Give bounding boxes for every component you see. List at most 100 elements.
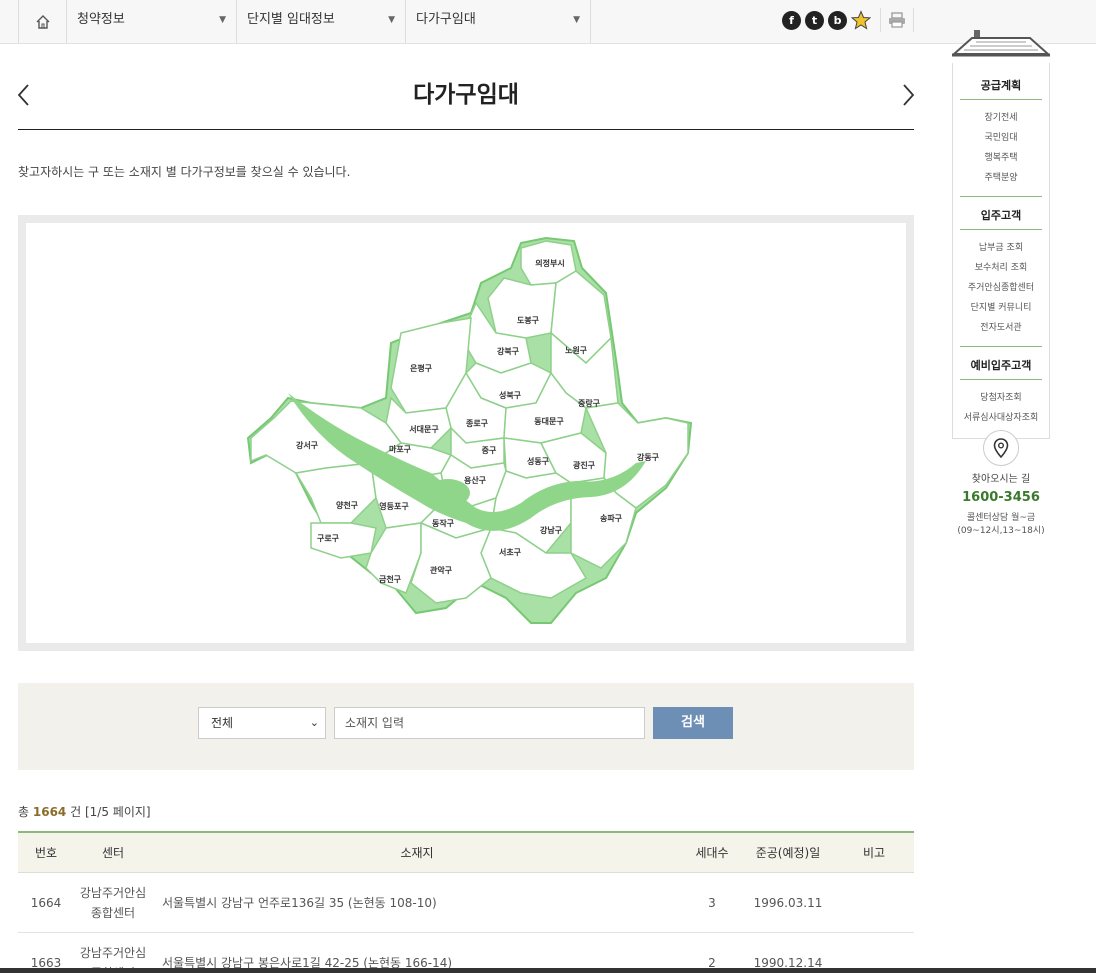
label-dongdaemun: 동대문구 <box>534 416 564 426</box>
sidebar-list-residents: 납부금 조회 보수처리 조회 주거안심종합센터 단지별 커뮤니티 전자도서관 <box>960 230 1042 347</box>
location-label[interactable]: 찾아오시는 길 <box>952 470 1050 485</box>
nav-menu-3[interactable]: 다가구임대 ▼ <box>406 0 591 43</box>
address-search-placeholder: 소재지 입력 <box>345 716 405 730</box>
col-header-note: 비고 <box>862 846 886 860</box>
sidebar-section-prospective[interactable]: 예비입주고객 <box>960 347 1042 380</box>
label-gangdong: 강동구 <box>637 452 660 462</box>
top-navigation: 청약정보 ▼ 단지별 임대정보 ▼ 다가구임대 ▼ f t b <box>0 0 1096 44</box>
district-select-value: 전체 <box>211 716 234 730</box>
label-uijeongbu: 의정부시 <box>535 258 564 268</box>
address-search-input[interactable]: 소재지 입력 <box>334 707 645 739</box>
roof-icon <box>951 30 1051 57</box>
home-icon <box>36 14 49 29</box>
sidebar-section-supply[interactable]: 공급계획 <box>960 67 1042 100</box>
chevron-down-icon: ⌄ <box>309 716 319 729</box>
col-header-center: 센터 <box>101 845 125 860</box>
label-jongno: 종로구 <box>466 419 489 428</box>
result-count-suffix: 건 [1/5 페이지] <box>70 805 151 819</box>
sidebar-list-prospective: 당첨자조회 서류심사대상자조회 <box>960 380 1042 432</box>
sidebar-item[interactable]: 단지별 커뮤니티 <box>960 298 1042 318</box>
table-header: 번호 센터 소재지 세대수 준공(예정)일 비고 <box>18 833 914 873</box>
caret-down-icon: ▼ <box>219 15 226 25</box>
blog-icon[interactable]: b <box>828 10 847 30</box>
row-center-line1: 강남주거안심 <box>79 945 147 960</box>
label-gangseo: 강서구 <box>296 440 319 450</box>
label-gwangjin: 광진구 <box>573 460 596 470</box>
favorite-star-icon[interactable] <box>851 10 871 30</box>
label-yeongdeungpo: 영등포구 <box>379 501 409 511</box>
label-geumcheon: 금천구 <box>379 574 402 584</box>
table-row[interactable]: 1664 강남주거안심 종합센터 서울특별시 강남구 언주로136길 35 (논… <box>18 873 914 933</box>
page-title-row: 다가구임대 <box>16 66 916 130</box>
nav-menu-1[interactable]: 청약정보 ▼ <box>67 0 237 43</box>
print-button[interactable] <box>880 8 914 32</box>
callcenter-phone: 1600-3456 <box>962 490 1040 505</box>
label-gangbuk: 강북구 <box>497 346 520 356</box>
label-yongsan: 용산구 <box>464 475 487 485</box>
label-nowon: 노원구 <box>565 345 588 355</box>
label-gangnam: 강남구 <box>540 525 563 535</box>
prev-arrow-icon[interactable] <box>16 80 36 110</box>
caret-down-icon: ▼ <box>388 15 395 25</box>
label-eunpyeong: 은평구 <box>410 363 433 373</box>
callcenter-hours: 콜센터상담 월~금 <box>966 513 1036 523</box>
sidebar-item[interactable]: 전자도서관 <box>960 318 1042 338</box>
district-dobong[interactable] <box>487 277 557 339</box>
sidebar-item[interactable]: 행복주택 <box>960 148 1042 168</box>
location-button[interactable] <box>983 430 1019 466</box>
label-yangcheon: 양천구 <box>336 500 359 510</box>
seoul-map-container: 의정부시 도봉구 노원구 강북구 은평구 성북구 중랑구 종로구 동대문구 서대… <box>18 215 914 651</box>
sns-share: f t b <box>782 10 871 30</box>
facebook-icon[interactable]: f <box>782 10 801 30</box>
row-center-line2: 종합센터 <box>90 905 136 920</box>
home-button[interactable] <box>18 0 67 43</box>
sidebar-item[interactable]: 납부금 조회 <box>960 238 1042 258</box>
sidebar-item[interactable]: 서류심사대상자조회 <box>960 408 1042 428</box>
label-jung: 중구 <box>482 446 497 455</box>
row-center: 강남주거안심 종합센터 <box>74 883 152 923</box>
nav-menu-2-label: 단지별 임대정보 <box>247 12 335 27</box>
row-center-line1: 강남주거안심 <box>79 885 147 900</box>
col-header-date: 준공(예정)일 <box>755 846 821 860</box>
sidebar-list-supply: 장기전세 국민임대 행복주택 주택분양 <box>960 100 1042 197</box>
seoul-district-map: 의정부시 도봉구 노원구 강북구 은평구 성북구 중랑구 종로구 동대문구 서대… <box>246 236 693 624</box>
result-count: 총 1664 건 [1/5 페이지] <box>18 803 151 820</box>
print-icon <box>889 12 905 28</box>
sidebar-item[interactable]: 국민임대 <box>960 128 1042 148</box>
search-panel: 전체 ⌄ 소재지 입력 검색 <box>18 683 914 770</box>
result-total: 1664 <box>32 805 67 819</box>
label-dongjak: 동작구 <box>432 518 455 528</box>
label-seongdong: 성동구 <box>527 456 550 466</box>
table-row[interactable]: 1663 강남주거안심 종합센터 서울특별시 강남구 봉은사로1길 42-25 … <box>18 933 914 973</box>
next-arrow-icon[interactable] <box>896 80 916 110</box>
row-no: 1664 <box>30 895 62 910</box>
col-header-no: 번호 <box>34 846 58 860</box>
callcenter-hours-time: (09~12시,13~18시) <box>957 526 1045 536</box>
district-select[interactable]: 전체 ⌄ <box>198 707 326 739</box>
nav-menu-1-label: 청약정보 <box>77 12 125 27</box>
row-date: 1996.03.11 <box>753 895 823 910</box>
nav-menu-2[interactable]: 단지별 임대정보 ▼ <box>237 0 406 43</box>
housing-table: 번호 센터 소재지 세대수 준공(예정)일 비고 1664 강남주거안심 종합센… <box>18 831 914 973</box>
sidebar-item[interactable]: 주거안심종합센터 <box>960 278 1042 298</box>
label-seocho: 서초구 <box>499 547 522 557</box>
quick-menu-panel: 공급계획 장기전세 국민임대 행복주택 주택분양 입주고객 납부금 조회 보수처… <box>952 63 1050 439</box>
bottom-edge <box>0 968 1096 973</box>
search-button[interactable]: 검색 <box>653 707 733 739</box>
sidebar-item[interactable]: 보수처리 조회 <box>960 258 1042 278</box>
twitter-icon[interactable]: t <box>805 10 824 30</box>
sidebar-item[interactable]: 당첨자조회 <box>960 388 1042 408</box>
nav-menu-3-label: 다가구임대 <box>416 12 476 27</box>
sidebar-section-residents[interactable]: 입주고객 <box>960 197 1042 230</box>
label-mapo: 마포구 <box>389 444 412 454</box>
row-address[interactable]: 서울특별시 강남구 언주로136길 35 (논현동 108-10) <box>152 894 682 911</box>
label-dobong: 도봉구 <box>517 315 540 325</box>
label-seongbuk: 성북구 <box>499 390 522 400</box>
row-units: 3 <box>708 895 716 910</box>
col-header-units: 세대수 <box>695 846 729 860</box>
sidebar-item[interactable]: 장기전세 <box>960 108 1042 128</box>
sidebar-item[interactable]: 주택분양 <box>960 168 1042 188</box>
result-count-prefix: 총 <box>18 805 30 819</box>
caret-down-icon: ▼ <box>573 15 580 25</box>
page-description: 찾고자하시는 구 또는 소재지 별 다가구정보를 찾으실 수 있습니다. <box>18 165 351 179</box>
